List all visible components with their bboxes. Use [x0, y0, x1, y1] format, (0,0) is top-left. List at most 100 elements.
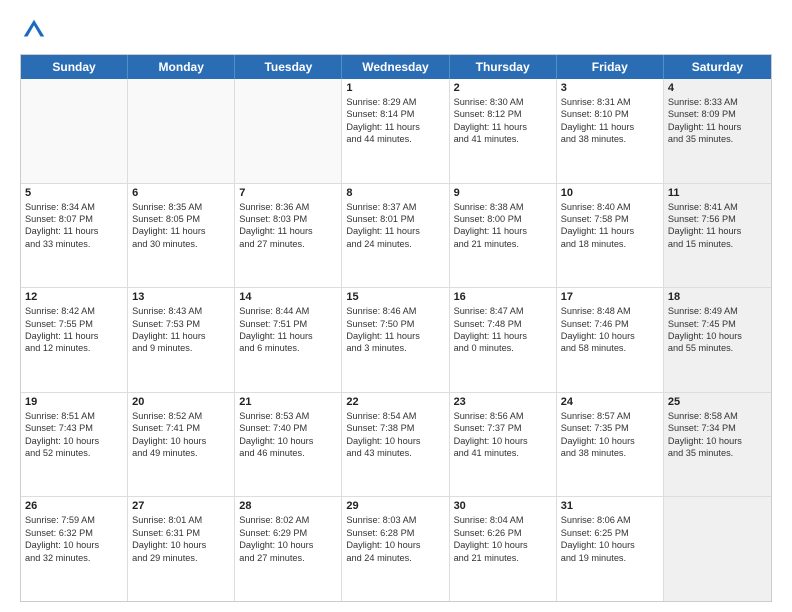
day-number: 24: [561, 396, 659, 408]
cell-info: Sunrise: 8:46 AM Sunset: 7:50 PM Dayligh…: [346, 305, 444, 355]
calendar-cell: [128, 79, 235, 183]
header-day-tuesday: Tuesday: [235, 55, 342, 79]
header-day-thursday: Thursday: [450, 55, 557, 79]
calendar-cell: 19 Sunrise: 8:51 AM Sunset: 7:43 PM Dayli…: [21, 393, 128, 497]
calendar-row-1: 5 Sunrise: 8:34 AM Sunset: 8:07 PM Daylig…: [21, 183, 771, 288]
calendar-cell: 14 Sunrise: 8:44 AM Sunset: 7:51 PM Dayli…: [235, 288, 342, 392]
calendar-row-4: 26 Sunrise: 7:59 AM Sunset: 6:32 PM Dayli…: [21, 496, 771, 601]
calendar-cell: 15Sunrise: 8:46 AM Sunset: 7:50 PM Dayli…: [342, 288, 449, 392]
calendar-cell: 23 Sunrise: 8:56 AM Sunset: 7:37 PM Dayli…: [450, 393, 557, 497]
cell-info: Sunrise: 8:34 AM Sunset: 8:07 PM Dayligh…: [25, 201, 123, 251]
cell-info: Sunrise: 8:38 AM Sunset: 8:00 PM Dayligh…: [454, 201, 552, 251]
day-number: 9: [454, 187, 552, 199]
day-number: 29: [346, 500, 444, 512]
cell-info: Sunrise: 8:48 AM Sunset: 7:46 PM Dayligh…: [561, 305, 659, 355]
day-number: 8: [346, 187, 444, 199]
cell-info: Sunrise: 8:42 AM Sunset: 7:55 PM Dayligh…: [25, 305, 123, 355]
cell-info: Sunrise: 8:52 AM Sunset: 7:41 PM Dayligh…: [132, 410, 230, 460]
calendar-cell: 13 Sunrise: 8:43 AM Sunset: 7:53 PM Dayli…: [128, 288, 235, 392]
calendar-cell: 17 Sunrise: 8:48 AM Sunset: 7:46 PM Dayli…: [557, 288, 664, 392]
calendar-cell: 1 Sunrise: 8:29 AM Sunset: 8:14 PM Daylig…: [342, 79, 449, 183]
cell-info: Sunrise: 8:35 AM Sunset: 8:05 PM Dayligh…: [132, 201, 230, 251]
cell-info: Sunrise: 8:02 AM Sunset: 6:29 PM Dayligh…: [239, 514, 337, 564]
cell-info: Sunrise: 8:30 AM Sunset: 8:12 PM Dayligh…: [454, 96, 552, 146]
calendar-cell: 4 Sunrise: 8:33 AM Sunset: 8:09 PM Daylig…: [664, 79, 771, 183]
cell-info: Sunrise: 8:04 AM Sunset: 6:26 PM Dayligh…: [454, 514, 552, 564]
calendar-cell: 5 Sunrise: 8:34 AM Sunset: 8:07 PM Daylig…: [21, 184, 128, 288]
cell-info: Sunrise: 8:40 AM Sunset: 7:58 PM Dayligh…: [561, 201, 659, 251]
cell-info: Sunrise: 8:49 AM Sunset: 7:45 PM Dayligh…: [668, 305, 767, 355]
calendar-cell: [235, 79, 342, 183]
header-day-friday: Friday: [557, 55, 664, 79]
page: SundayMondayTuesdayWednesdayThursdayFrid…: [0, 0, 792, 612]
calendar-cell: 25Sunrise: 8:58 AM Sunset: 7:34 PM Dayli…: [664, 393, 771, 497]
day-number: 4: [668, 82, 767, 94]
cell-info: Sunrise: 8:44 AM Sunset: 7:51 PM Dayligh…: [239, 305, 337, 355]
cell-info: Sunrise: 8:31 AM Sunset: 8:10 PM Dayligh…: [561, 96, 659, 146]
day-number: 17: [561, 291, 659, 303]
calendar-cell: [21, 79, 128, 183]
day-number: 1: [346, 82, 444, 94]
day-number: 5: [25, 187, 123, 199]
calendar-cell: 27 Sunrise: 8:01 AM Sunset: 6:31 PM Dayli…: [128, 497, 235, 601]
day-number: 27: [132, 500, 230, 512]
cell-info: Sunrise: 8:56 AM Sunset: 7:37 PM Dayligh…: [454, 410, 552, 460]
cell-info: Sunrise: 7:59 AM Sunset: 6:32 PM Dayligh…: [25, 514, 123, 564]
day-number: 7: [239, 187, 337, 199]
calendar-cell: 2 Sunrise: 8:30 AM Sunset: 8:12 PM Daylig…: [450, 79, 557, 183]
calendar-cell: 31Sunrise: 8:06 AM Sunset: 6:25 PM Dayli…: [557, 497, 664, 601]
cell-info: Sunrise: 8:54 AM Sunset: 7:38 PM Dayligh…: [346, 410, 444, 460]
logo-icon: [20, 16, 48, 44]
calendar-cell: 6 Sunrise: 8:35 AM Sunset: 8:05 PM Daylig…: [128, 184, 235, 288]
day-number: 11: [668, 187, 767, 199]
header-day-monday: Monday: [128, 55, 235, 79]
cell-info: Sunrise: 8:06 AM Sunset: 6:25 PM Dayligh…: [561, 514, 659, 564]
calendar-row-0: 1 Sunrise: 8:29 AM Sunset: 8:14 PM Daylig…: [21, 79, 771, 183]
cell-info: Sunrise: 8:03 AM Sunset: 6:28 PM Dayligh…: [346, 514, 444, 564]
calendar-cell: 24 Sunrise: 8:57 AM Sunset: 7:35 PM Dayli…: [557, 393, 664, 497]
cell-info: Sunrise: 8:58 AM Sunset: 7:34 PM Dayligh…: [668, 410, 767, 460]
calendar-cell: 10 Sunrise: 8:40 AM Sunset: 7:58 PM Dayli…: [557, 184, 664, 288]
cell-info: Sunrise: 8:33 AM Sunset: 8:09 PM Dayligh…: [668, 96, 767, 146]
cell-info: Sunrise: 8:29 AM Sunset: 8:14 PM Dayligh…: [346, 96, 444, 146]
calendar-row-3: 19 Sunrise: 8:51 AM Sunset: 7:43 PM Dayli…: [21, 392, 771, 497]
day-number: 28: [239, 500, 337, 512]
cell-info: Sunrise: 8:43 AM Sunset: 7:53 PM Dayligh…: [132, 305, 230, 355]
calendar-cell: 29 Sunrise: 8:03 AM Sunset: 6:28 PM Dayli…: [342, 497, 449, 601]
cell-info: Sunrise: 8:51 AM Sunset: 7:43 PM Dayligh…: [25, 410, 123, 460]
day-number: 26: [25, 500, 123, 512]
calendar-cell: 20 Sunrise: 8:52 AM Sunset: 7:41 PM Dayli…: [128, 393, 235, 497]
cell-info: Sunrise: 8:57 AM Sunset: 7:35 PM Dayligh…: [561, 410, 659, 460]
calendar-cell: 7Sunrise: 8:36 AM Sunset: 8:03 PM Daylig…: [235, 184, 342, 288]
day-number: 22: [346, 396, 444, 408]
calendar-cell: 26 Sunrise: 7:59 AM Sunset: 6:32 PM Dayli…: [21, 497, 128, 601]
calendar-cell: 21Sunrise: 8:53 AM Sunset: 7:40 PM Dayli…: [235, 393, 342, 497]
day-number: 23: [454, 396, 552, 408]
header: [20, 16, 772, 44]
calendar-row-2: 12 Sunrise: 8:42 AM Sunset: 7:55 PM Dayli…: [21, 287, 771, 392]
day-number: 12: [25, 291, 123, 303]
day-number: 3: [561, 82, 659, 94]
day-number: 13: [132, 291, 230, 303]
day-number: 14: [239, 291, 337, 303]
day-number: 16: [454, 291, 552, 303]
day-number: 6: [132, 187, 230, 199]
calendar-cell: 22 Sunrise: 8:54 AM Sunset: 7:38 PM Dayli…: [342, 393, 449, 497]
day-number: 20: [132, 396, 230, 408]
calendar-cell: 18Sunrise: 8:49 AM Sunset: 7:45 PM Dayli…: [664, 288, 771, 392]
calendar-cell: 28 Sunrise: 8:02 AM Sunset: 6:29 PM Dayli…: [235, 497, 342, 601]
day-number: 10: [561, 187, 659, 199]
logo: [20, 16, 52, 44]
calendar-cell: 16 Sunrise: 8:47 AM Sunset: 7:48 PM Dayli…: [450, 288, 557, 392]
calendar-body: 1 Sunrise: 8:29 AM Sunset: 8:14 PM Daylig…: [21, 79, 771, 601]
calendar-header: SundayMondayTuesdayWednesdayThursdayFrid…: [21, 55, 771, 79]
cell-info: Sunrise: 8:37 AM Sunset: 8:01 PM Dayligh…: [346, 201, 444, 251]
header-day-saturday: Saturday: [664, 55, 771, 79]
cell-info: Sunrise: 8:53 AM Sunset: 7:40 PM Dayligh…: [239, 410, 337, 460]
cell-info: Sunrise: 8:01 AM Sunset: 6:31 PM Dayligh…: [132, 514, 230, 564]
day-number: 19: [25, 396, 123, 408]
day-number: 2: [454, 82, 552, 94]
cell-info: Sunrise: 8:47 AM Sunset: 7:48 PM Dayligh…: [454, 305, 552, 355]
cell-info: Sunrise: 8:41 AM Sunset: 7:56 PM Dayligh…: [668, 201, 767, 251]
calendar-cell: 30Sunrise: 8:04 AM Sunset: 6:26 PM Dayli…: [450, 497, 557, 601]
